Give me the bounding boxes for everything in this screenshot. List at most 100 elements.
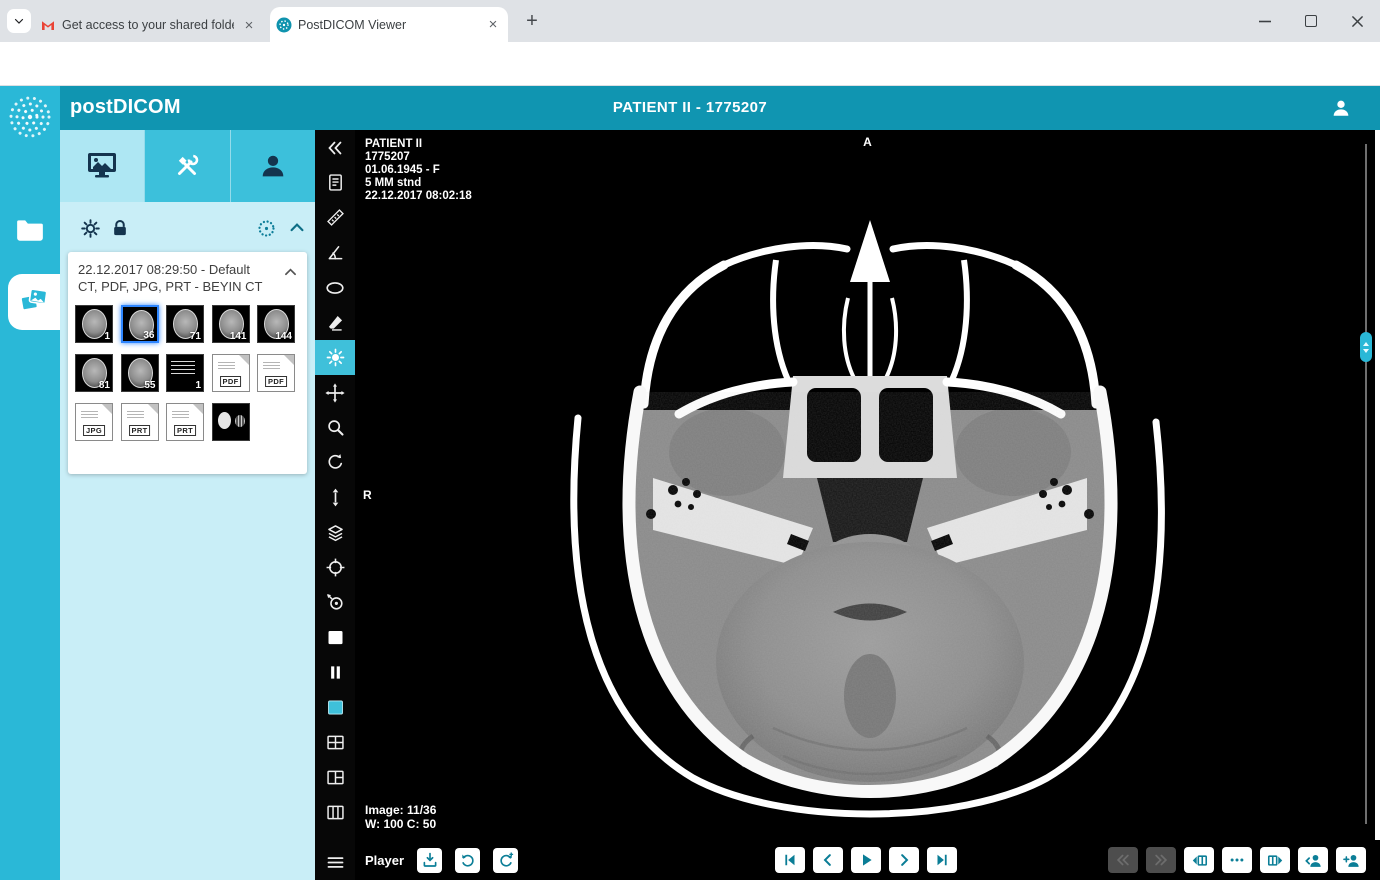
layout-next-button[interactable]	[1260, 847, 1290, 873]
chevron-right-icon	[895, 851, 913, 869]
browser-tab-postdicom[interactable]: PostDICOM Viewer ×	[270, 7, 508, 42]
preset-white-button[interactable]	[315, 620, 355, 655]
sidebar-item-folders[interactable]	[15, 217, 45, 248]
pause-button[interactable]	[315, 655, 355, 690]
tab-close-icon[interactable]: ×	[240, 16, 258, 34]
report-tool-button[interactable]	[315, 165, 355, 200]
previous-image-button[interactable]	[813, 847, 843, 873]
orientation-marker-anterior: A	[863, 135, 872, 149]
cine-loop-button[interactable]	[455, 848, 480, 873]
panel-icon-row	[60, 214, 315, 246]
thumb-count: 81	[99, 380, 110, 391]
pan-tool-button[interactable]	[315, 375, 355, 410]
lock-icon	[110, 218, 130, 239]
new-tab-button[interactable]: +	[520, 9, 544, 33]
tab-close-icon[interactable]: ×	[484, 16, 502, 34]
settings-gear-button[interactable]	[80, 218, 101, 244]
report-icon	[325, 172, 346, 193]
user-icon	[1330, 97, 1352, 119]
eraser-tool-button[interactable]	[315, 305, 355, 340]
series-thumbnail-selected[interactable]: 36	[121, 305, 159, 343]
series-thumbnail[interactable]: 1	[75, 305, 113, 343]
ruler-tool-button[interactable]	[315, 200, 355, 235]
sidebar-item-image-viewer[interactable]	[8, 274, 60, 330]
page-fold	[148, 404, 158, 414]
rotate-tool-button[interactable]	[315, 445, 355, 480]
chevron-up-icon[interactable]	[282, 264, 299, 285]
window-level-values: W: 100 C: 50	[365, 817, 436, 831]
user-add-button[interactable]	[1336, 847, 1366, 873]
layout-split-button[interactable]	[315, 760, 355, 795]
image-scrollbar-thumb[interactable]	[1360, 332, 1372, 362]
export-button[interactable]	[417, 848, 442, 873]
tab-search-button[interactable]	[7, 9, 31, 33]
app-header: postDICOM PATIENT II - 1775207	[0, 86, 1380, 130]
close-window-button[interactable]	[1334, 0, 1380, 42]
doc-type-label: PRT	[129, 425, 151, 436]
grid-arrow-left-icon	[1190, 851, 1209, 870]
more-options-button[interactable]	[1222, 847, 1252, 873]
previous-study-button[interactable]	[1108, 847, 1138, 873]
collapse-section-button[interactable]	[287, 218, 307, 243]
left-rail	[0, 86, 60, 880]
layout-columns-button[interactable]	[315, 795, 355, 830]
lock-button[interactable]	[110, 218, 130, 244]
skull-and-brain	[610, 220, 1130, 810]
series-thumbnail-document[interactable]: PDF	[257, 354, 295, 392]
series-thumbnail-document[interactable]: PDF	[212, 354, 250, 392]
browser-tab-gmail[interactable]: Get access to your shared folde ×	[34, 8, 264, 42]
series-thumbnail-document[interactable]: PRT	[121, 403, 159, 441]
loop-cw-plus-icon	[497, 851, 515, 869]
scroll-stack-tool-button[interactable]	[315, 480, 355, 515]
series-thumbnail[interactable]: 144	[257, 305, 295, 343]
user-share-button[interactable]	[1298, 847, 1328, 873]
play-button[interactable]	[851, 847, 881, 873]
angle-tool-button[interactable]	[315, 235, 355, 270]
ct-image[interactable]	[355, 130, 1380, 840]
series-group-card: 22.12.2017 08:29:50 - Default CT, PDF, J…	[68, 252, 307, 474]
next-image-button[interactable]	[889, 847, 919, 873]
ellipse-tool-button[interactable]	[315, 270, 355, 305]
maximize-button[interactable]	[1288, 0, 1334, 42]
page-fold	[284, 355, 294, 365]
stack-layers-tool-button[interactable]	[315, 515, 355, 550]
window-level-tool-button[interactable]	[315, 340, 355, 375]
account-button[interactable]	[1330, 97, 1352, 124]
preset-cyan-button[interactable]	[315, 690, 355, 725]
series-thumbnail[interactable]: 81	[75, 354, 113, 392]
series-thumbnail[interactable]: 141	[212, 305, 250, 343]
cine-settings-button[interactable]	[493, 848, 518, 873]
series-thumbnail-report[interactable]: 1	[166, 354, 204, 392]
toolbar-menu-button[interactable]	[315, 845, 355, 880]
series-thumbnail[interactable]: 55	[121, 354, 159, 392]
image-scrollbar-track[interactable]	[1365, 144, 1367, 824]
next-study-button[interactable]	[1146, 847, 1176, 873]
layout-2x2-button[interactable]	[315, 725, 355, 760]
tab-patient-info[interactable]	[230, 130, 315, 202]
zoom-tool-button[interactable]	[315, 410, 355, 445]
layout-ring-button[interactable]	[256, 218, 277, 244]
series-group-header[interactable]: 22.12.2017 08:29:50 - Default CT, PDF, J…	[68, 252, 307, 297]
thumb-count: 71	[190, 331, 201, 342]
series-thumbnail-document[interactable]: PRT	[166, 403, 204, 441]
tab-series-browser[interactable]	[60, 130, 144, 202]
first-image-button[interactable]	[775, 847, 805, 873]
series-thumbnail-capture[interactable]	[212, 403, 250, 441]
layout-previous-button[interactable]	[1184, 847, 1214, 873]
localizer-tool-button[interactable]	[315, 550, 355, 585]
last-image-button[interactable]	[927, 847, 957, 873]
tab-tools[interactable]	[144, 130, 229, 202]
ellipsis-icon	[1228, 851, 1246, 869]
collapse-panel-button[interactable]	[315, 130, 355, 165]
viewer-toolbar	[315, 130, 355, 880]
minimize-button[interactable]	[1242, 0, 1288, 42]
doc-text-lines	[81, 411, 98, 420]
series-thumbnail[interactable]: 71	[166, 305, 204, 343]
player-bar: Player	[355, 840, 1380, 880]
image-viewport[interactable]: PATIENT II 1775207 01.06.1945 - F 5 MM s…	[355, 130, 1380, 840]
series-thumbnail-document[interactable]: JPG	[75, 403, 113, 441]
skip-end-icon	[933, 851, 951, 869]
reference-lines-tool-button[interactable]	[315, 585, 355, 620]
angle-icon	[325, 242, 346, 263]
image-cards-icon	[17, 286, 51, 318]
